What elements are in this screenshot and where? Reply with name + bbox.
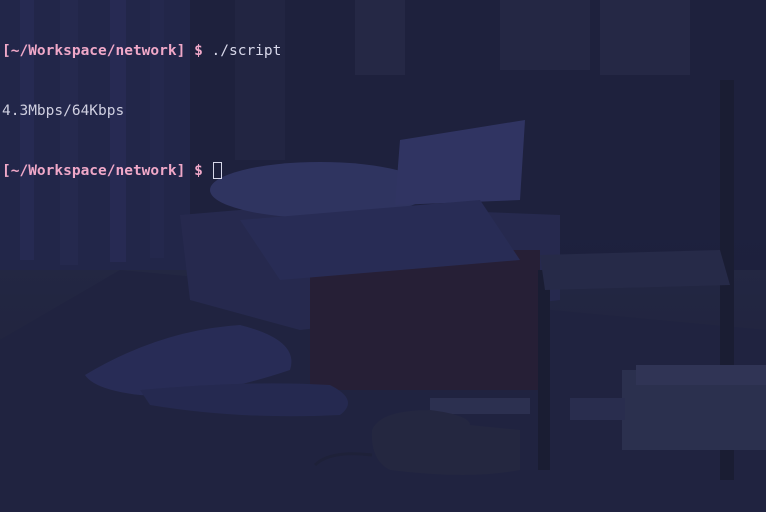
terminal-output[interactable]: [~/Workspace/network] $ ./script 4.3Mbps…	[2, 1, 281, 221]
prompt-symbol: $	[194, 43, 203, 59]
prompt-path: [~/Workspace/network]	[2, 43, 186, 59]
terminal-window[interactable]: [~/Workspace/network] $ ./script 4.3Mbps…	[0, 0, 766, 512]
prompt-symbol: $	[194, 163, 203, 179]
text-cursor	[212, 162, 222, 179]
terminal-line-prompt[interactable]: [~/Workspace/network] $	[2, 161, 281, 181]
command-text: ./script	[211, 43, 282, 59]
terminal-line-command: [~/Workspace/network] $ ./script	[2, 41, 281, 61]
prompt-path: [~/Workspace/network]	[2, 163, 186, 179]
terminal-line-output: 4.3Mbps/64Kbps	[2, 103, 125, 119]
